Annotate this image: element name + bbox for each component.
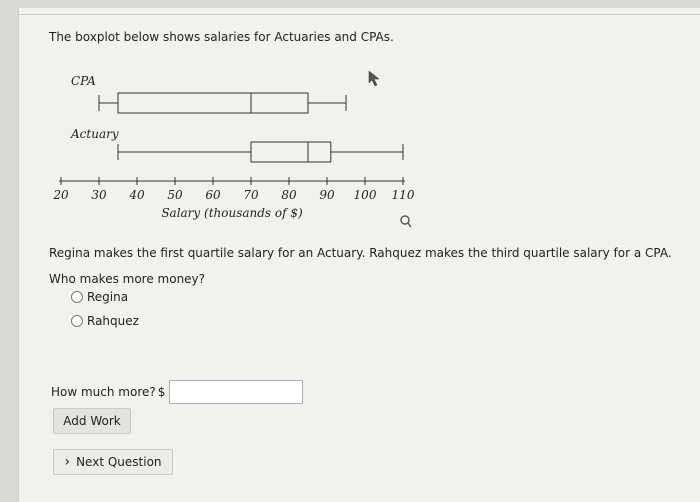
next-question-label: Next Question: [76, 455, 162, 469]
boxplot-chart: CPA Actuary 20 30 40 50 60 70 80 90 100 110 Salary (…: [52, 70, 415, 228]
series-label-actuary: Actuary: [70, 127, 119, 141]
next-question-button[interactable]: › Next Question: [53, 449, 173, 475]
x-tick-label: 90: [319, 188, 335, 202]
question-intro: The boxplot below shows salaries for Act…: [49, 30, 394, 44]
x-tick-label: 20: [52, 188, 69, 202]
x-tick-label: 70: [243, 188, 259, 202]
option-label: Rahquez: [87, 314, 139, 328]
series-label-cpa: CPA: [71, 74, 96, 88]
amount-input[interactable]: [169, 380, 304, 404]
question-prompt: Regina makes the first quartile salary f…: [49, 246, 672, 260]
x-axis-label: Salary (thousands of $): [161, 206, 303, 220]
option-rahquez[interactable]: Rahquez: [71, 314, 139, 328]
x-tick-label: 50: [167, 188, 183, 202]
x-tick-label: 110: [392, 188, 415, 202]
add-work-button[interactable]: Add Work: [53, 408, 131, 434]
option-label: Regina: [87, 290, 129, 304]
x-tick-label: 80: [281, 188, 297, 202]
x-tick-label: 30: [91, 188, 107, 202]
chevron-right-icon: ›: [64, 454, 71, 470]
arrow-cursor-icon: [368, 70, 380, 87]
radio-button[interactable]: [71, 291, 83, 303]
box-iqr: [117, 92, 309, 114]
currency-symbol: $: [157, 385, 166, 399]
box-iqr: [250, 141, 332, 163]
how-much-more-row: How much more? $: [51, 380, 304, 404]
question-ask: Who makes more money?: [49, 272, 206, 286]
add-work-label: Add Work: [63, 414, 121, 428]
how-much-more-label: How much more?: [51, 385, 156, 399]
magnifier-icon: [400, 215, 412, 228]
x-tick-label: 60: [205, 188, 221, 202]
x-tick-label: 100: [354, 188, 377, 202]
question-panel: The boxplot below shows salaries for Act…: [18, 8, 700, 502]
divider: [19, 14, 700, 15]
option-regina[interactable]: Regina: [71, 290, 128, 304]
radio-button[interactable]: [71, 315, 83, 327]
x-tick-label: 40: [128, 188, 145, 202]
